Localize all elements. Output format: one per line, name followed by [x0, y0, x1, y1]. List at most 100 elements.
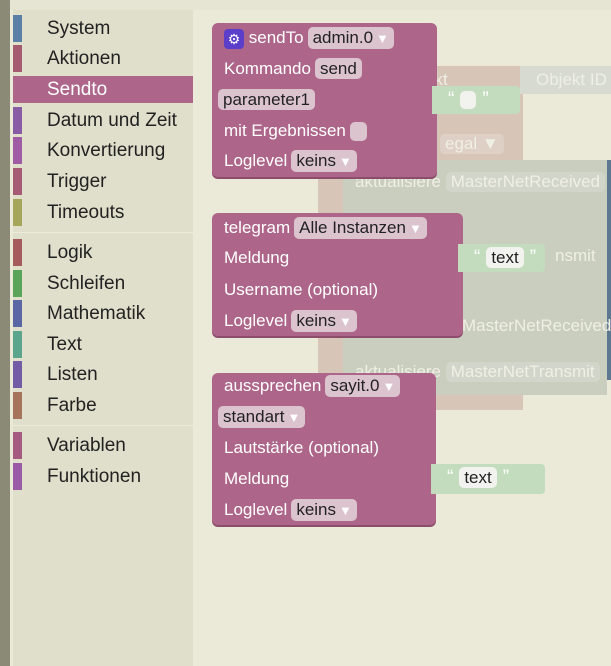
toolbox-item-label: Variablen [47, 435, 126, 456]
toolbox-item-timeouts[interactable]: Timeouts [13, 199, 193, 226]
category-color-swatch [13, 300, 22, 327]
quote-open-icon: “ [447, 467, 454, 488]
field-label: Loglevel [224, 151, 288, 170]
category-color-swatch [13, 463, 22, 490]
ghost-rx: MasterNetReceived [445, 172, 606, 192]
category-color-swatch [13, 199, 22, 226]
dropdown-arrow-icon: ▼ [339, 154, 352, 169]
toolbox-item-text[interactable]: Text [13, 331, 193, 358]
dropdown-arrow-icon: ▼ [339, 503, 352, 518]
ghost-rx-2: MasterNetReceived [462, 316, 611, 335]
toolbox-item-konvertierung[interactable]: Konvertierung [13, 137, 193, 164]
field-label: Loglevel [224, 311, 288, 330]
window-edge [0, 0, 10, 666]
dropdown-value: Alle Instanzen [299, 218, 406, 237]
instance-dropdown[interactable]: sayit.0 ▼ [325, 375, 401, 397]
loglevel-dropdown[interactable]: keins ▼ [291, 499, 357, 521]
right-edge-bar [607, 160, 611, 380]
toolbox-item-aktionen[interactable]: Aktionen [13, 45, 193, 72]
dropdown-value: admin.0 [312, 28, 374, 47]
toolbox-item-variablen[interactable]: Variablen [13, 432, 193, 459]
string-block[interactable]: “text” [458, 244, 545, 272]
toolbox-item-label: System [47, 18, 111, 39]
ghost-egal: egal ▼ [440, 134, 504, 154]
sayit-block[interactable]: aussprechen sayit.0 ▼ standart ▼ Lautstärke… [212, 373, 436, 525]
dropdown-value: keins [296, 500, 337, 519]
field-label: Lautstärke (optional) [224, 438, 379, 457]
field-label: Username (optional) [224, 280, 379, 299]
quote-open-icon: “ [474, 247, 481, 268]
parameter-input[interactable]: parameter1 [218, 89, 315, 110]
string-block[interactable]: “text” [431, 464, 545, 494]
toolbox-item-label: Mathematik [47, 303, 146, 324]
toolbox-item-label: Schleifen [47, 273, 126, 294]
toolbox-item-trigger[interactable]: Trigger [13, 168, 193, 195]
toolbox-item-label: Aktionen [47, 48, 121, 69]
sendto-block[interactable]: ⚙ sendTo admin.0 ▼ Kommando send parameter1… [212, 23, 437, 177]
dropdown-value: keins [296, 151, 337, 170]
string-input[interactable]: text [486, 247, 524, 268]
field-label: Kommando [224, 59, 311, 78]
toolbox-item-label: Funktionen [47, 466, 142, 487]
toolbox-item-system[interactable]: System [13, 15, 193, 42]
quote-close-icon: ” [529, 247, 537, 268]
block-title: aussprechen [224, 376, 322, 395]
toolbox-item-label: Listen [47, 364, 98, 385]
toolbox: System Aktionen Sendto Datum und Zeit Konver… [13, 10, 193, 666]
loglevel-dropdown[interactable]: keins ▼ [291, 310, 357, 332]
toolbox-item-label: Logik [47, 242, 93, 263]
quote-close-icon: ” [502, 467, 510, 488]
toolbox-item-schleifen[interactable]: Schleifen [13, 270, 193, 297]
block-title: telegram [224, 218, 291, 237]
quote-open-icon: “ [448, 89, 455, 110]
ghost-egal-text: egal [445, 134, 478, 153]
gear-icon[interactable]: ⚙ [224, 28, 244, 49]
quote-close-icon: ” [482, 89, 489, 110]
dropdown-value: standart [223, 407, 285, 426]
category-color-swatch [13, 331, 22, 358]
telegram-block[interactable]: telegram Alle Instanzen ▼ Meldung Username… [212, 213, 463, 336]
dropdown-arrow-icon: ▼ [408, 221, 422, 236]
category-color-swatch [13, 432, 22, 459]
ghost-object-id: Objekt ID [536, 70, 607, 89]
dropdown-arrow-icon: ▼ [339, 314, 352, 329]
toolbox-item-label: Timeouts [47, 202, 125, 223]
dropdown-value: sayit.0 [330, 376, 380, 395]
dropdown-arrow-icon: ▼ [287, 410, 301, 425]
toolbox-item-farbe[interactable]: Farbe [13, 392, 193, 419]
category-color-swatch [13, 15, 22, 42]
field-label: Loglevel [224, 500, 288, 519]
language-dropdown[interactable]: standart ▼ [218, 406, 306, 428]
toolbox-item-logik[interactable]: Logik [13, 239, 193, 266]
string-block[interactable]: “” [432, 86, 520, 114]
instance-dropdown[interactable]: admin.0 ▼ [307, 27, 394, 49]
toolbox-item-listen[interactable]: Listen [13, 361, 193, 388]
toolbox-item-label: Sendto [47, 79, 108, 100]
toolbox-item-label: Trigger [47, 171, 107, 192]
dropdown-arrow-icon: ▼ [382, 379, 396, 394]
toolbox-item-mathematik[interactable]: Mathematik [13, 300, 193, 327]
toolbox-item-label: Konvertierung [47, 140, 166, 161]
toolbox-item-funktionen[interactable]: Funktionen [13, 463, 193, 490]
field-label: Meldung [224, 469, 290, 488]
toolbox-item-label: Farbe [47, 395, 97, 416]
string-input[interactable]: text [459, 467, 497, 488]
category-color-swatch [13, 107, 22, 134]
field-label: mit Ergebnissen [224, 121, 346, 140]
block-title: sendTo [248, 28, 304, 47]
loglevel-dropdown[interactable]: keins ▼ [291, 150, 357, 172]
category-color-swatch [13, 392, 22, 419]
toolbox-item-sendto[interactable]: Sendto [13, 76, 193, 103]
field-label: Meldung [224, 248, 290, 267]
string-input[interactable] [460, 90, 477, 109]
category-color-swatch [13, 239, 22, 266]
category-color-swatch [13, 168, 22, 195]
toolbox-separator [13, 232, 193, 233]
results-checkbox[interactable] [349, 122, 367, 142]
category-color-swatch [13, 361, 22, 388]
toolbox-item-datum-und-zeit[interactable]: Datum und Zeit [13, 107, 193, 134]
category-color-swatch [13, 137, 22, 164]
category-color-swatch [13, 270, 22, 297]
command-input[interactable]: send [314, 58, 362, 79]
instance-dropdown[interactable]: Alle Instanzen ▼ [294, 217, 427, 239]
